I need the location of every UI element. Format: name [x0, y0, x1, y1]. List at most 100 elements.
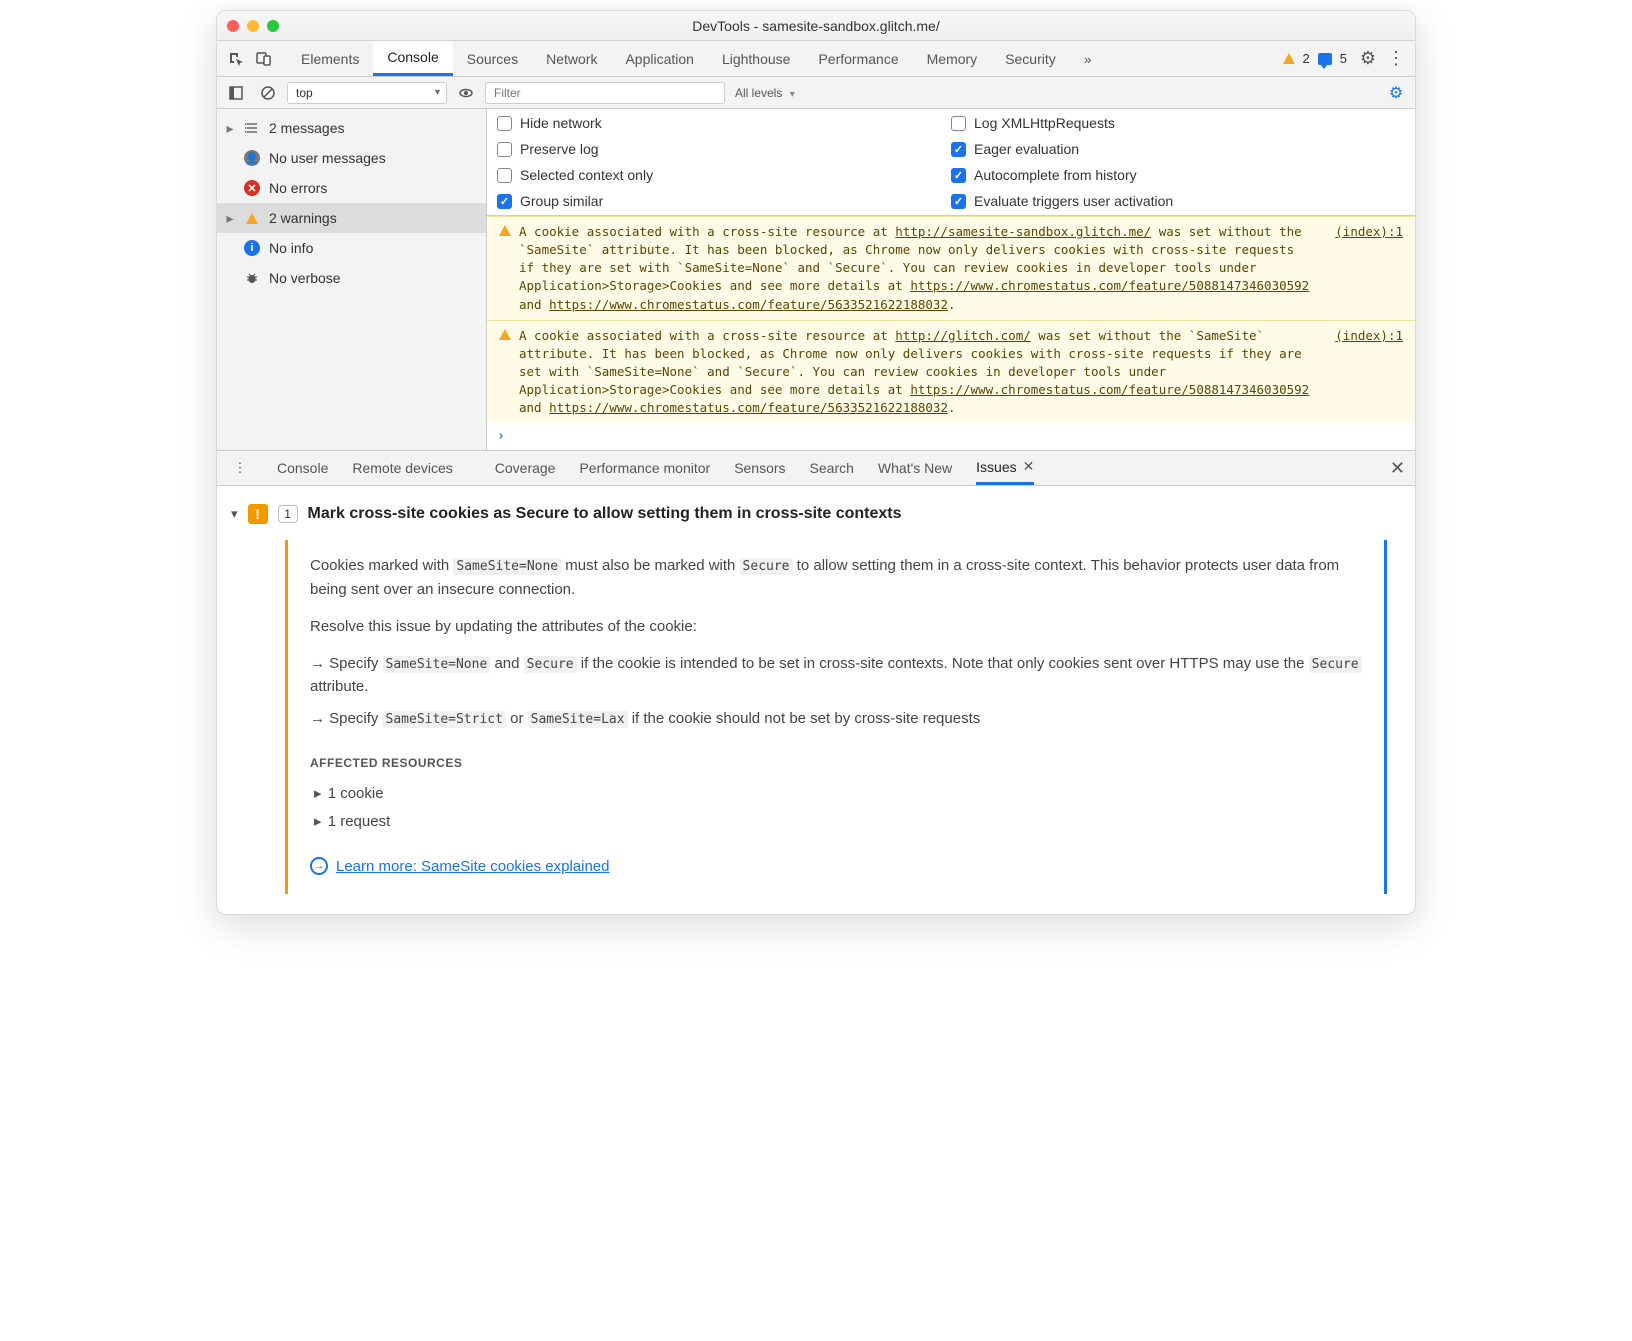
sidebar-item-verbose[interactable]: No verbose: [217, 263, 486, 293]
caret-icon: ▸: [225, 120, 235, 137]
caret-icon: ▸: [225, 210, 235, 227]
issue-bullet: Specify SameSite=None and Secure if the …: [310, 652, 1362, 699]
issue-count: 1: [278, 505, 298, 523]
drawer-tab-remote[interactable]: Remote devices: [352, 451, 452, 485]
drawer-tab-sensors[interactable]: Sensors: [734, 451, 785, 485]
warning-link[interactable]: https://www.chromestatus.com/feature/508…: [910, 278, 1309, 293]
clear-console-icon[interactable]: [255, 80, 281, 106]
option-eval-triggers[interactable]: Evaluate triggers user activation: [951, 193, 1405, 209]
message-count: 5: [1340, 51, 1347, 66]
settings-icon[interactable]: ⚙: [1355, 46, 1381, 72]
tab-network[interactable]: Network: [532, 41, 611, 76]
learn-more-row: → Learn more: SameSite cookies explained: [310, 855, 1362, 878]
warning-text: A cookie associated with a cross-site re…: [519, 223, 1403, 314]
option-group-similar[interactable]: Group similar: [497, 193, 951, 209]
tab-performance[interactable]: Performance: [804, 41, 912, 76]
sidebar-label: No user messages: [269, 150, 386, 166]
sidebar-item-errors[interactable]: ✕ No errors: [217, 173, 486, 203]
tab-console[interactable]: Console: [373, 41, 452, 76]
tab-elements[interactable]: Elements: [287, 41, 373, 76]
warning-source-link[interactable]: (index):1: [1335, 327, 1403, 345]
option-selected-ctx[interactable]: Selected context only: [497, 167, 951, 183]
warning-url-link[interactable]: http://samesite-sandbox.glitch.me/: [895, 224, 1151, 239]
sidebar-label: No info: [269, 240, 313, 256]
list-icon: [243, 119, 261, 137]
issue-header[interactable]: ▾ ! 1 Mark cross-site cookies as Secure …: [217, 498, 1415, 530]
console-sidebar: ▸ 2 messages 👤 No user messages ✕ No err…: [217, 109, 487, 450]
tab-security[interactable]: Security: [991, 41, 1070, 76]
warning-icon: [1283, 53, 1295, 64]
sidebar-item-info[interactable]: i No info: [217, 233, 486, 263]
affected-resource-item[interactable]: 1 cookie: [314, 782, 1362, 805]
option-log-xhr[interactable]: Log XMLHttpRequests: [951, 115, 1405, 131]
tab-sources[interactable]: Sources: [453, 41, 532, 76]
sidebar-toggle-icon[interactable]: [223, 80, 249, 106]
tab-lighthouse[interactable]: Lighthouse: [708, 41, 805, 76]
sidebar-item-messages[interactable]: ▸ 2 messages: [217, 113, 486, 143]
learn-more-link[interactable]: Learn more: SameSite cookies explained: [336, 855, 610, 878]
message-icon: [1318, 53, 1332, 65]
main-tabs-row: Elements Console Sources Network Applica…: [217, 41, 1415, 77]
console-warning[interactable]: A cookie associated with a cross-site re…: [487, 320, 1415, 424]
warning-icon: [499, 225, 511, 236]
console-prompt[interactable]: ›: [487, 423, 1415, 450]
drawer-tab-perfmon[interactable]: Performance monitor: [579, 451, 710, 485]
issue-bullet: Specify SameSite=Strict or SameSite=Lax …: [310, 707, 1362, 730]
filter-input[interactable]: [485, 82, 725, 104]
tabs-overflow[interactable]: »: [1070, 41, 1106, 76]
error-icon: ✕: [243, 179, 261, 197]
drawer-tab-issues[interactable]: Issues✕: [976, 451, 1034, 485]
affected-resource-item[interactable]: 1 request: [314, 810, 1362, 833]
warning-source-link[interactable]: (index):1: [1335, 223, 1403, 241]
tab-application[interactable]: Application: [611, 41, 708, 76]
minimize-window-button[interactable]: [247, 20, 259, 32]
inspect-icon[interactable]: [223, 46, 249, 72]
issue-title: Mark cross-site cookies as Secure to all…: [308, 505, 902, 523]
sidebar-item-user[interactable]: 👤 No user messages: [217, 143, 486, 173]
status-counts[interactable]: 2 5: [1283, 51, 1347, 66]
live-expression-icon[interactable]: [453, 80, 479, 106]
option-hide-network[interactable]: Hide network: [497, 115, 951, 131]
titlebar: DevTools - samesite-sandbox.glitch.me/: [217, 11, 1415, 41]
option-eager-eval[interactable]: Eager evaluation: [951, 141, 1405, 157]
warning-link[interactable]: https://www.chromestatus.com/feature/508…: [910, 382, 1309, 397]
issues-panel: ▾ ! 1 Mark cross-site cookies as Secure …: [217, 486, 1415, 914]
context-selector-value: top: [296, 86, 313, 100]
drawer-tab-search[interactable]: Search: [810, 451, 854, 485]
caret-down-icon: ▾: [231, 506, 238, 522]
context-selector[interactable]: top: [287, 82, 447, 104]
drawer-tab-console[interactable]: Console: [277, 451, 328, 485]
console-warning[interactable]: A cookie associated with a cross-site re…: [487, 216, 1415, 320]
maximize-window-button[interactable]: [267, 20, 279, 32]
issue-paragraph: Cookies marked with SameSite=None must a…: [310, 554, 1362, 601]
sidebar-label: 2 messages: [269, 120, 344, 136]
warning-url-link[interactable]: http://glitch.com/: [895, 328, 1030, 343]
close-icon[interactable]: ✕: [1023, 458, 1035, 475]
kebab-menu-icon[interactable]: ⋮: [1383, 46, 1409, 72]
close-window-button[interactable]: [227, 20, 239, 32]
device-toggle-icon[interactable]: [251, 46, 277, 72]
external-link-icon: →: [310, 857, 328, 875]
warning-link[interactable]: https://www.chromestatus.com/feature/563…: [549, 400, 948, 415]
warning-icon: [499, 329, 511, 340]
log-level-selector[interactable]: All levels: [731, 86, 809, 100]
issue-content: Cookies marked with SameSite=None must a…: [285, 540, 1387, 894]
main-tabs: Elements Console Sources Network Applica…: [287, 41, 1106, 76]
warning-link[interactable]: https://www.chromestatus.com/feature/563…: [549, 297, 948, 312]
drawer-tab-coverage[interactable]: Coverage: [495, 451, 556, 485]
console-main: ▸ 2 messages 👤 No user messages ✕ No err…: [217, 109, 1415, 450]
warning-count: 2: [1303, 51, 1310, 66]
tab-memory[interactable]: Memory: [913, 41, 992, 76]
drawer-close-icon[interactable]: ✕: [1390, 458, 1405, 479]
sidebar-label: 2 warnings: [269, 210, 337, 226]
option-autocomplete[interactable]: Autocomplete from history: [951, 167, 1405, 183]
console-settings-icon[interactable]: ⚙: [1383, 80, 1409, 106]
affected-resources-heading: AFFECTED RESOURCES: [310, 754, 1362, 773]
bug-icon: [243, 269, 261, 287]
info-icon: i: [243, 239, 261, 257]
log-level-value: All levels: [735, 86, 782, 100]
drawer-tab-whatsnew[interactable]: What's New: [878, 451, 952, 485]
drawer-menu-icon[interactable]: ⋮: [227, 455, 253, 481]
option-preserve-log[interactable]: Preserve log: [497, 141, 951, 157]
sidebar-item-warnings[interactable]: ▸ 2 warnings: [217, 203, 486, 233]
